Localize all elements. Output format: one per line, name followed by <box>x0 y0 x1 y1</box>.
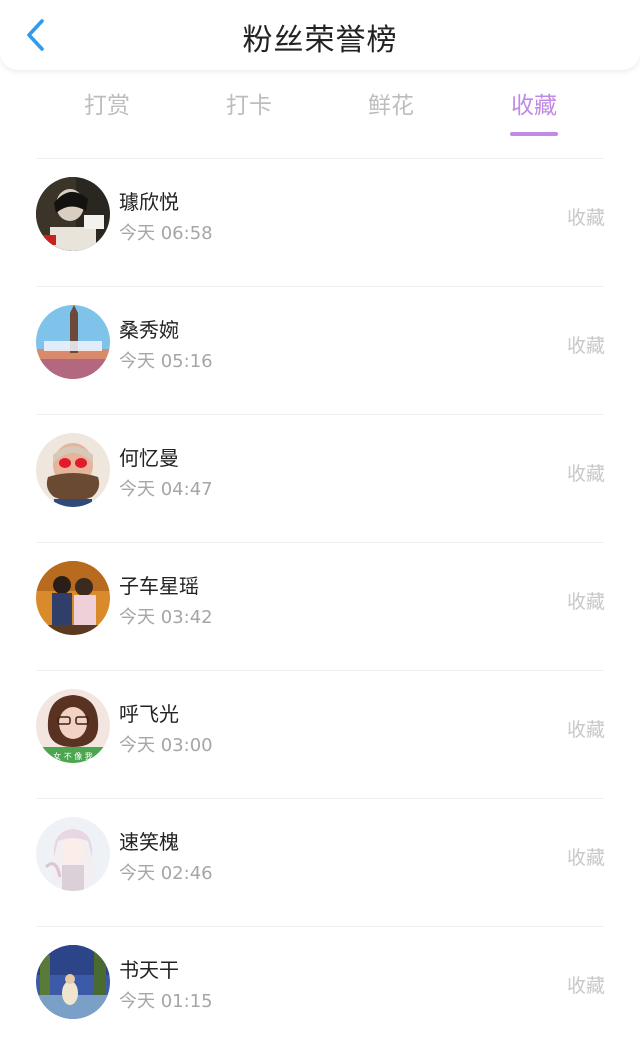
tab-bar: 打赏 打卡 鲜花 收藏 <box>0 86 640 146</box>
divider <box>36 286 604 287</box>
user-name: 桑秀婉 <box>119 318 179 342</box>
list-item[interactable]: 璩欣悦 今天 06:58 收藏 <box>0 158 640 286</box>
list-item[interactable]: 何忆曼 今天 04:47 收藏 <box>0 414 640 542</box>
avatar <box>36 945 110 1019</box>
divider <box>36 670 604 671</box>
tab-shoucang[interactable]: 收藏 <box>484 86 584 138</box>
divider <box>36 158 604 159</box>
action-label: 收藏 <box>566 335 605 357</box>
action-label: 收藏 <box>566 207 605 229</box>
tab-underline <box>510 132 558 136</box>
avatar-caption: 女 不 像 我 <box>53 751 93 761</box>
timestamp: 今天 04:47 <box>119 479 213 500</box>
avatar <box>36 177 110 251</box>
action-label: 收藏 <box>566 975 605 997</box>
timestamp: 今天 01:15 <box>119 991 213 1012</box>
divider <box>36 542 604 543</box>
top-bar: 粉丝荣誉榜 <box>0 0 640 70</box>
fan-list: 璩欣悦 今天 06:58 收藏 桑秀婉 今天 05:16 收藏 何忆曼 今天 0… <box>0 158 640 1054</box>
avatar <box>36 561 110 635</box>
user-name: 书天干 <box>119 958 179 982</box>
divider <box>36 798 604 799</box>
action-label: 收藏 <box>566 591 605 613</box>
timestamp: 今天 06:58 <box>119 223 213 244</box>
timestamp: 今天 05:16 <box>119 351 213 372</box>
timestamp: 今天 03:42 <box>119 607 213 628</box>
action-label: 收藏 <box>566 719 605 741</box>
timestamp: 今天 03:00 <box>119 735 213 756</box>
user-name: 子车星瑶 <box>119 574 199 598</box>
tab-label: 收藏 <box>511 93 557 119</box>
list-item[interactable]: 女 不 像 我 呼飞光 今天 03:00 收藏 <box>0 670 640 798</box>
action-label: 收藏 <box>566 847 605 869</box>
user-name: 何忆曼 <box>119 446 179 470</box>
avatar: 女 不 像 我 <box>36 689 110 763</box>
tab-daka[interactable]: 打卡 <box>199 86 299 138</box>
user-name: 璩欣悦 <box>119 190 179 214</box>
list-item[interactable]: 书天干 今天 01:15 收藏 <box>0 926 640 1054</box>
page-title: 粉丝荣誉榜 <box>242 23 398 58</box>
divider <box>36 926 604 927</box>
list-item[interactable]: 子车星瑶 今天 03:42 收藏 <box>0 542 640 670</box>
user-name: 呼飞光 <box>119 702 179 726</box>
list-item[interactable]: 桑秀婉 今天 05:16 收藏 <box>0 286 640 414</box>
avatar <box>36 305 110 379</box>
tab-label: 打卡 <box>226 93 272 119</box>
tab-label: 打赏 <box>84 93 130 119</box>
avatar <box>36 433 110 507</box>
avatar <box>36 817 110 891</box>
divider <box>36 414 604 415</box>
user-name: 速笑槐 <box>119 830 179 854</box>
tab-xianhua[interactable]: 鲜花 <box>341 86 441 138</box>
timestamp: 今天 02:46 <box>119 863 213 884</box>
tab-dashang[interactable]: 打赏 <box>57 86 157 138</box>
list-item[interactable]: 速笑槐 今天 02:46 收藏 <box>0 798 640 926</box>
action-label: 收藏 <box>566 463 605 485</box>
tab-label: 鲜花 <box>368 93 414 119</box>
